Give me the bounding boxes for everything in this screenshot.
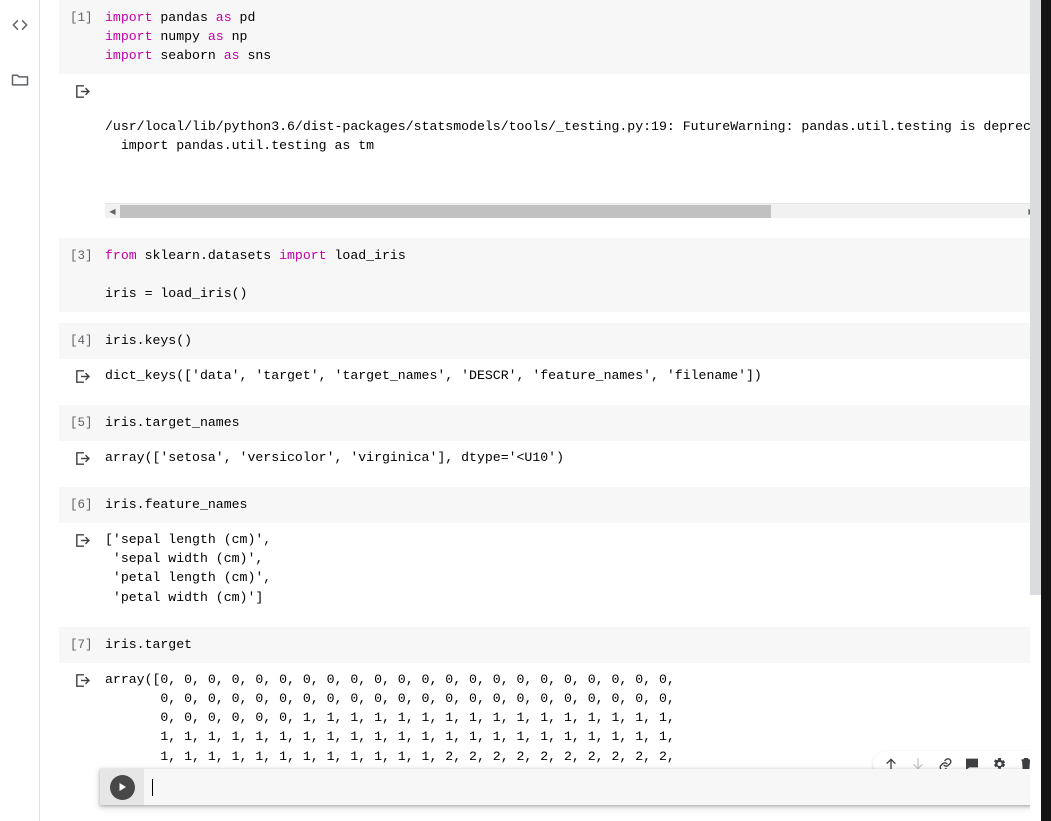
scroll-left-arrow-icon[interactable]: ◀	[105, 204, 120, 219]
output-arrow-icon	[59, 670, 105, 689]
execution-count: [4]	[59, 331, 105, 351]
colab-notebook-page: [1] import pandas as pd import numpy as …	[0, 0, 1051, 821]
cell-output: /usr/local/lib/python3.6/dist-packages/s…	[59, 74, 1051, 227]
source-code[interactable]: import pandas as pd import numpy as np i…	[105, 8, 271, 66]
active-code-cell[interactable]	[100, 769, 1051, 805]
execution-count: [3]	[59, 246, 105, 266]
text-cursor	[152, 779, 153, 796]
files-icon[interactable]	[3, 62, 37, 96]
source-code[interactable]: iris.target_names	[105, 413, 240, 432]
notebook-scroll-area[interactable]: [1] import pandas as pd import numpy as …	[40, 0, 1051, 821]
cell-output: dict_keys(['data', 'target', 'target_nam…	[59, 359, 1051, 394]
code-cell-input[interactable]: [3] from sklearn.datasets import load_ir…	[59, 238, 1051, 312]
code-cell-input[interactable]: [4] iris.keys()	[59, 323, 1051, 359]
output-arrow-icon	[59, 81, 105, 100]
cell-output: array(['setosa', 'versicolor', 'virginic…	[59, 441, 1051, 476]
output-horizontal-scrollbar[interactable]: ◀ ▶	[105, 203, 1039, 218]
notebook-cell[interactable]: [4] iris.keys() dict_keys(['data', 'targ…	[59, 323, 1051, 394]
vertical-scrollbar[interactable]	[1030, 0, 1041, 821]
execution-count: [6]	[59, 495, 105, 515]
output-arrow-icon	[59, 366, 105, 385]
result-output-text: array(['setosa', 'versicolor', 'virginic…	[105, 448, 564, 467]
source-code[interactable]: iris.keys()	[105, 331, 192, 350]
cell-list: [1] import pandas as pd import numpy as …	[40, 0, 1051, 813]
code-cell-input[interactable]: [5] iris.target_names	[59, 405, 1051, 441]
result-output-text: dict_keys(['data', 'target', 'target_nam…	[105, 366, 762, 385]
scrollable-output[interactable]: /usr/local/lib/python3.6/dist-packages/s…	[105, 81, 1051, 218]
notebook-cell[interactable]: [5] iris.target_names array(['setosa', '…	[59, 405, 1051, 476]
execution-count: [1]	[59, 8, 105, 28]
code-cell-input[interactable]: [6] iris.feature_names	[59, 487, 1051, 523]
result-output-text: ['sepal length (cm)', 'sepal width (cm)'…	[105, 530, 271, 607]
source-code[interactable]: iris.feature_names	[105, 495, 247, 514]
output-arrow-icon	[59, 530, 105, 549]
cell-output: ['sepal length (cm)', 'sepal width (cm)'…	[59, 523, 1051, 616]
code-input-area[interactable]	[144, 769, 1051, 805]
notebook-cell[interactable]: [3] from sklearn.datasets import load_ir…	[59, 238, 1051, 312]
notebook-cell[interactable]: [6] iris.feature_names ['sepal length (c…	[59, 487, 1051, 616]
code-cell-input[interactable]: [7] iris.target	[59, 627, 1051, 663]
code-cell-input[interactable]: [1] import pandas as pd import numpy as …	[59, 0, 1051, 74]
notebook-cell[interactable]: [1] import pandas as pd import numpy as …	[59, 0, 1051, 227]
scrollbar-thumb[interactable]	[120, 205, 771, 218]
scrollbar-track[interactable]	[120, 204, 1024, 219]
execution-count: [7]	[59, 635, 105, 655]
output-text-clip: /usr/local/lib/python3.6/dist-packages/s…	[105, 81, 1051, 191]
source-code[interactable]: from sklearn.datasets import load_iris i…	[105, 246, 406, 304]
source-code[interactable]: iris.target	[105, 635, 192, 654]
vertical-scrollbar-thumb[interactable]	[1030, 0, 1041, 595]
run-cell-button[interactable]	[100, 769, 144, 805]
output-arrow-icon	[59, 448, 105, 467]
left-icon-rail	[0, 0, 40, 821]
stream-output-text: /usr/local/lib/python3.6/dist-packages/s…	[105, 117, 1051, 155]
execution-count: [5]	[59, 413, 105, 433]
window-edge-strip	[1041, 0, 1051, 821]
play-icon	[110, 775, 135, 800]
code-snippets-icon[interactable]	[3, 8, 37, 42]
